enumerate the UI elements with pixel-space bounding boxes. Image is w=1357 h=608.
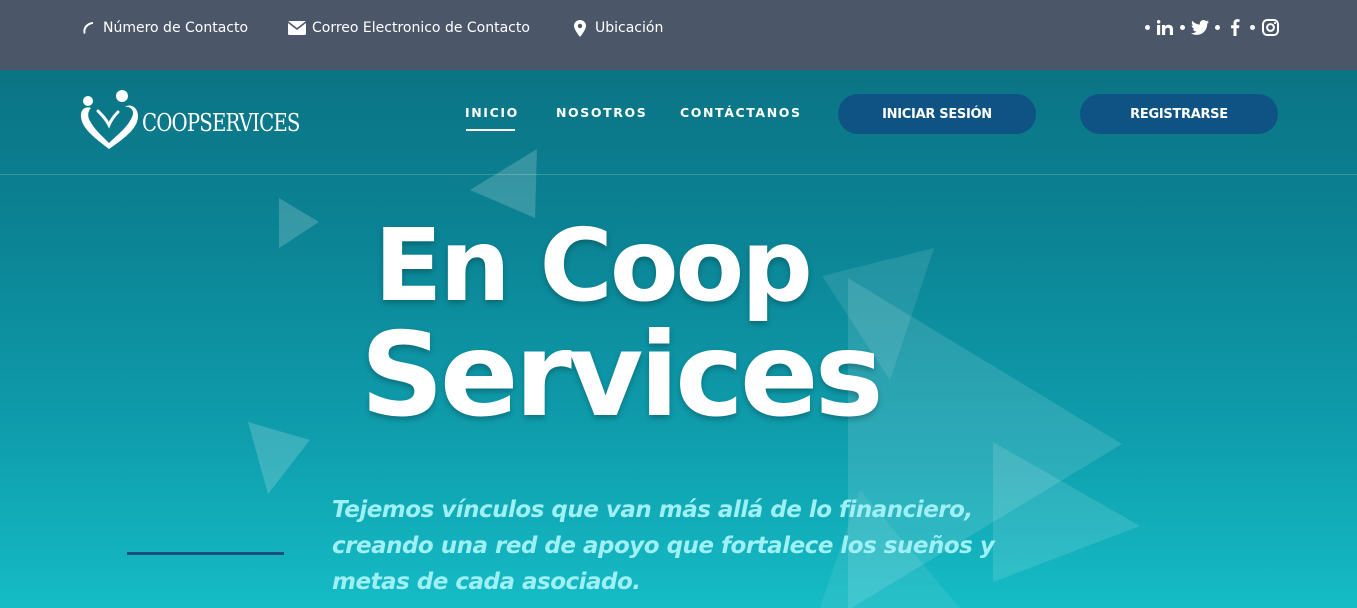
register-button[interactable]: REGISTRARSE [1080, 94, 1278, 134]
nav-active-underline [466, 129, 515, 131]
contact-phone-label: Número de Contacto [103, 20, 249, 36]
contact-location[interactable]: Ubicación [571, 18, 663, 38]
nav-divider [0, 174, 1357, 175]
nav-inicio[interactable]: INICIO [465, 105, 519, 120]
nav-nosotros[interactable]: NOSOTROS [556, 105, 647, 120]
hero-title: En Coop Services [260, 216, 980, 434]
hero-tagline: Tejemos vínculos que van más allá de lo … [332, 492, 1032, 600]
hero-tagline-line3: metas de cada asociado. [332, 569, 641, 595]
linkedin-icon[interactable] [1156, 18, 1174, 36]
brand-name: COOPSERVICES [142, 109, 300, 137]
envelope-icon [288, 19, 306, 37]
map-pin-icon [571, 19, 589, 37]
phone-icon [79, 19, 97, 37]
heart-logo-icon [78, 89, 140, 157]
separator-dot [1180, 24, 1185, 30]
instagram-icon[interactable] [1261, 18, 1279, 36]
separator-dot [1145, 24, 1150, 30]
twitter-icon[interactable] [1191, 18, 1209, 36]
social-links [1145, 16, 1279, 38]
top-contact-bar: Número de Contacto Correo Electronico de… [0, 0, 1357, 70]
accent-line [127, 552, 284, 555]
nav-contactanos[interactable]: CONTÁCTANOS [680, 105, 802, 120]
contact-email-label: Correo Electronico de Contacto [312, 20, 530, 36]
facebook-icon[interactable] [1226, 18, 1244, 36]
hero-title-line2: Services [360, 308, 883, 443]
brand-logo[interactable]: COOPSERVICES [78, 89, 300, 157]
contact-email[interactable]: Correo Electronico de Contacto [288, 18, 530, 38]
separator-dot [1250, 24, 1255, 30]
login-button[interactable]: INICIAR SESIÓN [838, 94, 1036, 134]
hero-section: COOPSERVICES INICIO NOSOTROS CONTÁCTANOS… [0, 70, 1357, 608]
contact-phone[interactable]: Número de Contacto [79, 18, 248, 38]
separator-dot [1215, 24, 1220, 30]
hero-tagline-line1: Tejemos vínculos que van más allá de lo … [332, 497, 973, 523]
hero-title-line1: En Coop [374, 207, 813, 324]
contact-location-label: Ubicación [595, 20, 664, 36]
hero-tagline-line2: creando una red de apoyo que fortalece l… [332, 533, 995, 559]
